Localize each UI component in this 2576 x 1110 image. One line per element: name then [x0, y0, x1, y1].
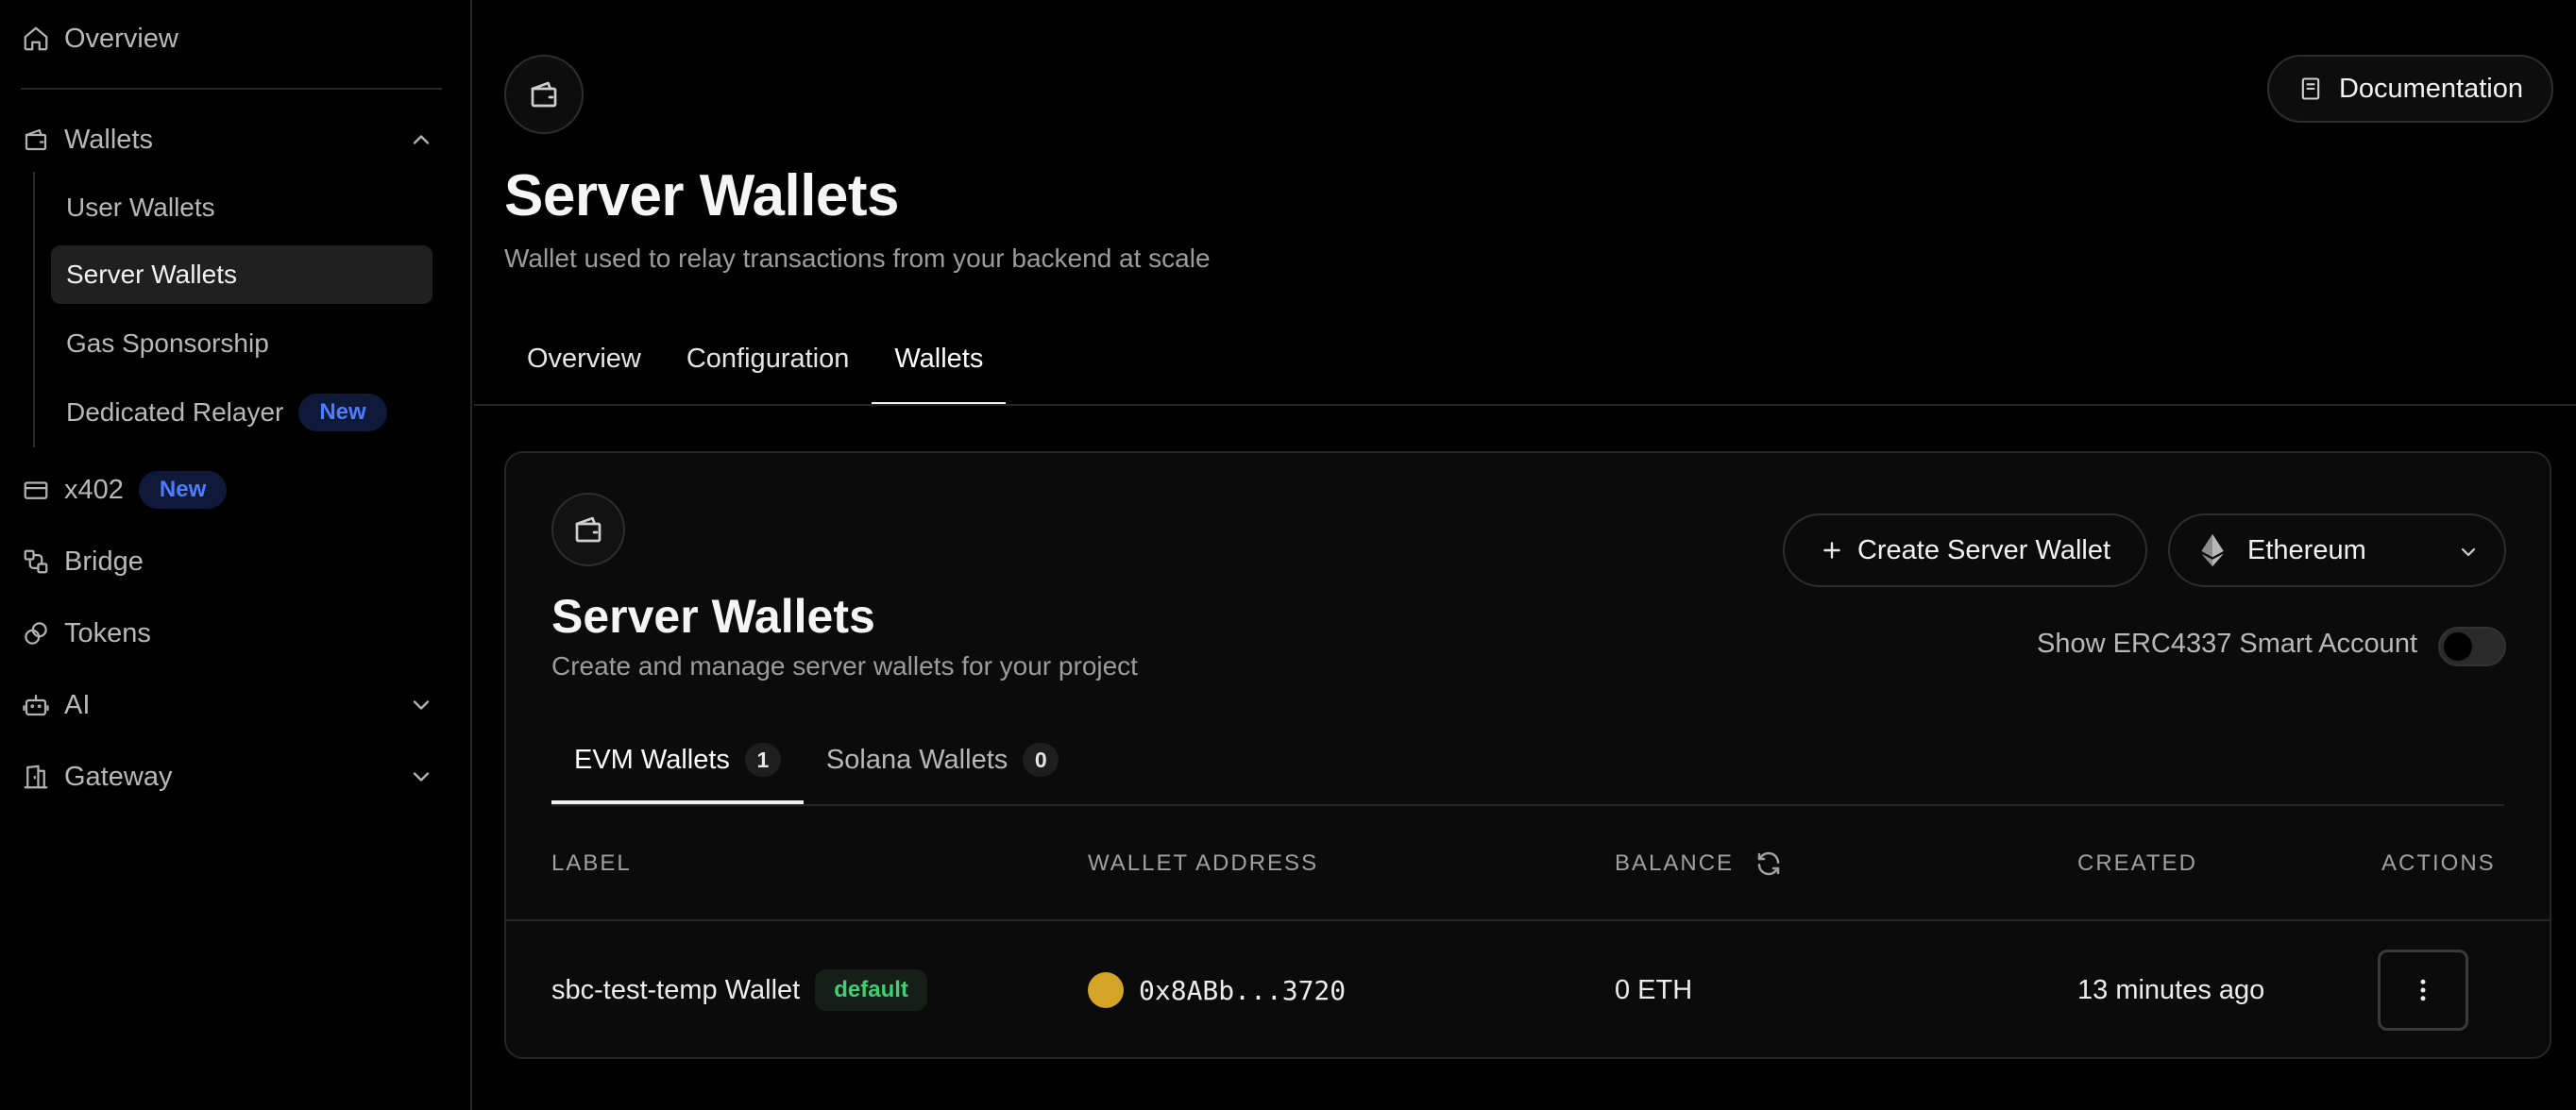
- sidebar-item-label: Server Wallets: [66, 260, 238, 289]
- column-header-balance-label: BALANCE: [1615, 850, 1735, 876]
- credit-card-icon: [21, 475, 51, 505]
- sidebar-item-label: Dedicated Relayer: [66, 397, 284, 427]
- sidebar-item-tokens[interactable]: Tokens: [21, 607, 434, 660]
- sidebar-subnav-line: [33, 172, 35, 447]
- tab-wallets[interactable]: Wallets: [872, 311, 1007, 406]
- create-server-wallet-button[interactable]: Create Server Wallet: [1783, 513, 2147, 587]
- row-actions-button[interactable]: [2378, 950, 2468, 1031]
- more-vertical-icon: [2420, 979, 2426, 1001]
- sidebar-item-label: Tokens: [64, 617, 151, 648]
- sidebar-item-label: x402: [64, 474, 124, 505]
- wallet-balance: 0 ETH: [1615, 974, 1693, 1005]
- chevron-down-icon: [408, 764, 434, 790]
- wallet-created: 13 minutes ago: [2077, 974, 2265, 1005]
- table-header: LABEL WALLET ADDRESS BALANCE CREATED ACT…: [506, 806, 2550, 921]
- new-badge: New: [138, 471, 228, 509]
- sidebar-item-dedicated-relayer[interactable]: Dedicated Relayer New: [51, 383, 432, 442]
- server-wallets-card: Server Wallets Create and manage server …: [504, 451, 2551, 1059]
- ethereum-icon: [2201, 533, 2224, 567]
- sidebar-item-label: User Wallets: [66, 193, 215, 222]
- sidebar-item-bridge[interactable]: Bridge: [21, 535, 434, 588]
- sidebar-item-wallets[interactable]: Wallets: [21, 113, 434, 166]
- tab-label: EVM Wallets: [574, 744, 730, 775]
- page-subtitle: Wallet used to relay transactions from y…: [504, 244, 1211, 273]
- wallet-address: 0x8ABb...3720: [1139, 974, 1347, 1006]
- chevron-up-icon: [408, 126, 434, 153]
- tabs-divider: [474, 404, 2576, 406]
- wallet-avatar: [1088, 972, 1124, 1008]
- page-tabs: Overview Configuration Wallets: [504, 311, 1007, 406]
- tab-solana-wallets[interactable]: Solana Wallets 0: [804, 715, 1081, 804]
- tab-label: Solana Wallets: [825, 744, 1008, 775]
- sidebar-item-user-wallets[interactable]: User Wallets: [51, 178, 432, 237]
- erc4337-toggle-label: Show ERC4337 Smart Account: [2037, 629, 2417, 659]
- plus-icon: [1823, 542, 1840, 559]
- sidebar-divider: [21, 88, 442, 90]
- sidebar-item-gas-sponsorship[interactable]: Gas Sponsorship: [51, 314, 432, 373]
- table-row: sbc-test-temp Wallet default 0x8ABb...37…: [506, 921, 2550, 1057]
- sidebar-item-gateway[interactable]: Gateway: [21, 750, 434, 803]
- home-icon: [21, 24, 51, 54]
- wallet-icon: [504, 55, 584, 134]
- refresh-icon[interactable]: [1754, 849, 1783, 878]
- sidebar-item-label: AI: [64, 689, 91, 720]
- chain-select[interactable]: Ethereum: [2168, 513, 2506, 587]
- default-badge: default: [815, 969, 927, 1011]
- building-gateway-icon: [21, 762, 51, 792]
- main-content: Documentation Server Wallets Wallet used…: [474, 0, 2576, 1110]
- count-badge: 1: [744, 743, 781, 777]
- sidebar-item-label: Wallets: [64, 124, 153, 155]
- create-button-label: Create Server Wallet: [1856, 534, 2111, 565]
- wallet-address-cell[interactable]: 0x8ABb...3720: [1088, 921, 1347, 1057]
- book-icon: [2301, 77, 2320, 100]
- chevron-down-icon: [2457, 540, 2480, 563]
- wallet-icon: [551, 493, 625, 566]
- tab-configuration[interactable]: Configuration: [664, 311, 873, 406]
- column-header-address: WALLET ADDRESS: [1088, 850, 1319, 876]
- coins-icon: [21, 618, 51, 648]
- app-root: Overview Wallets User Wallets Server Wal…: [0, 0, 2576, 1110]
- column-header-created: CREATED: [2077, 850, 2197, 876]
- wallet-icon: [21, 125, 51, 155]
- tab-evm-wallets[interactable]: EVM Wallets 1: [551, 715, 804, 804]
- bridge-icon: [21, 547, 51, 577]
- new-badge: New: [298, 394, 387, 431]
- wallet-label: sbc-test-temp Wallet: [551, 974, 801, 1005]
- sidebar-item-label: Bridge: [64, 546, 144, 577]
- sidebar-item-overview[interactable]: Overview: [21, 12, 434, 65]
- column-header-label: LABEL: [551, 850, 632, 876]
- sidebar-item-label: Gas Sponsorship: [66, 328, 269, 358]
- bot-icon: [21, 690, 51, 720]
- sidebar-item-label: Overview: [64, 23, 178, 54]
- column-header-actions: ACTIONS: [2381, 850, 2496, 876]
- chain-select-value: Ethereum: [2247, 534, 2366, 565]
- column-header-balance: BALANCE: [1615, 806, 1783, 921]
- sidebar-item-x402[interactable]: x402 New: [21, 463, 434, 516]
- sidebar-item-ai[interactable]: AI: [21, 679, 434, 732]
- sidebar: Overview Wallets User Wallets Server Wal…: [0, 0, 472, 1110]
- count-badge: 0: [1023, 743, 1059, 777]
- tab-overview[interactable]: Overview: [504, 311, 664, 406]
- page-title: Server Wallets: [504, 163, 900, 228]
- sidebar-item-label: Gateway: [64, 761, 173, 792]
- chevron-down-icon: [408, 692, 434, 718]
- erc4337-toggle[interactable]: [2438, 627, 2506, 666]
- wallet-label-cell: sbc-test-temp Wallet default: [551, 921, 927, 1057]
- sidebar-item-server-wallets[interactable]: Server Wallets: [51, 245, 432, 304]
- toggle-knob: [2444, 632, 2472, 661]
- card-subtitle: Create and manage server wallets for you…: [551, 651, 1138, 681]
- documentation-label: Documentation: [2338, 73, 2523, 104]
- card-title: Server Wallets: [551, 590, 875, 643]
- documentation-button[interactable]: Documentation: [2266, 55, 2553, 123]
- wallet-type-tabs: EVM Wallets 1 Solana Wallets 0: [551, 715, 1081, 804]
